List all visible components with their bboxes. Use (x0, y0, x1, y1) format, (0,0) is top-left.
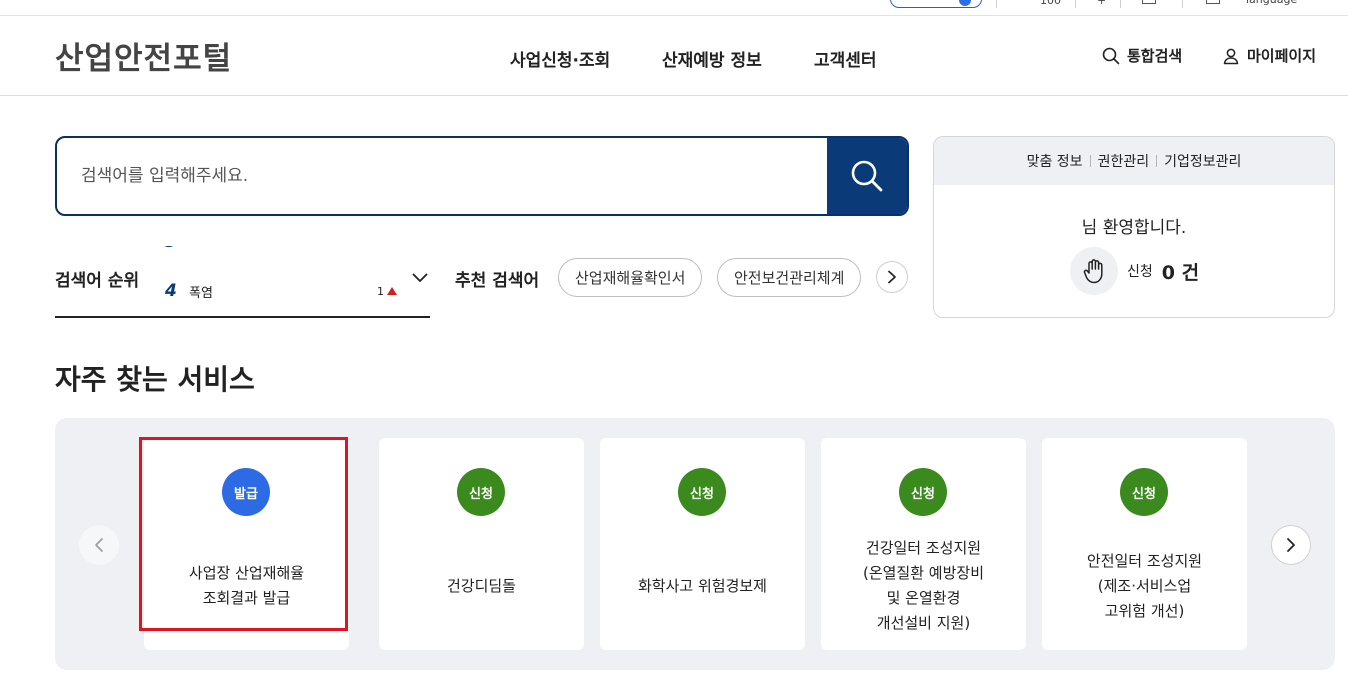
link-company-info[interactable]: 기업정보관리 (1164, 151, 1241, 171)
recommend-chip[interactable]: 안전보건관리체계 (717, 258, 862, 297)
ranking-item-partial[interactable]: 3 (165, 246, 397, 254)
user-panel: 맞춤 정보 권한관리 기업정보관리 님 환영합니다. 신청 0 건 (933, 136, 1335, 318)
service-badge: 신청 (678, 468, 726, 516)
nav-business-apply[interactable]: 사업신청·조회 (510, 46, 610, 71)
service-title: 화학사고 위험경보제 (638, 576, 767, 595)
user-panel-links: 맞춤 정보 권한관리 기업정보관리 (934, 137, 1334, 185)
service-title: 건강일터 조성지원 (온열질환 예방장비 및 온열환경 개선설비 지원) (862, 539, 985, 632)
rank-number: 3 (165, 246, 189, 252)
rank-number: 4 (165, 281, 177, 301)
font-minus-icon[interactable]: + (1097, 0, 1106, 7)
apply-label: 신청 (1127, 264, 1153, 280)
service-card-safe-workplace[interactable]: 신청 안전일터 조성지원 (제조·서비스업 고위험 개선) (1042, 438, 1247, 650)
service-card-chemical-alert[interactable]: 신청 화학사고 위험경보제 (600, 438, 805, 650)
service-badge: 신청 (899, 468, 947, 516)
apply-count: 0 건 (1161, 261, 1200, 284)
divider (996, 0, 997, 8)
service-card-health-stepping-stone[interactable]: 신청 건강디딤돌 (379, 438, 584, 650)
service-card-healthy-workplace[interactable]: 신청 건강일터 조성지원 (온열질환 예방장비 및 온열환경 개선설비 지원) (821, 438, 1026, 650)
chevron-left-icon (95, 538, 103, 552)
services-title: 자주 찾는 서비스 (55, 363, 255, 396)
search-input[interactable] (57, 138, 829, 214)
rank-change: 1 (377, 285, 397, 298)
hand-icon (1083, 259, 1103, 284)
ranking-item[interactable]: 4 폭염 1 (165, 279, 397, 302)
search-submit-button[interactable] (827, 138, 907, 214)
link-permission[interactable]: 권한관리 (1098, 151, 1150, 171)
nav-prevention-info[interactable]: 산재예방 정보 (662, 46, 762, 71)
ranking-expand-button[interactable] (412, 268, 428, 287)
utility-bar: 100 + language (0, 0, 1348, 16)
service-card-accident-rate[interactable]: 발급 사업장 산업재해율 조회결과 발급 (144, 438, 349, 650)
font-size-icon[interactable]: 100 (1040, 0, 1061, 7)
globe-icon[interactable] (1206, 0, 1220, 4)
apply-status[interactable]: 신청 0 건 (1070, 247, 1199, 295)
services-carousel: 발급 사업장 산업재해율 조회결과 발급 신청 건강디딤돌 신청 화학사고 위험… (55, 418, 1335, 670)
language-link[interactable]: language (1246, 0, 1297, 6)
recommend-next-button[interactable] (876, 261, 908, 293)
service-title: 사업장 산업재해율 조회결과 발급 (188, 564, 305, 607)
user-icon (1223, 48, 1239, 64)
service-badge: 신청 (1120, 468, 1168, 516)
ranking-label: 검색어 순위 (55, 271, 140, 291)
chevron-down-icon (412, 273, 428, 282)
chevron-right-icon (888, 270, 896, 284)
search-ranking: 검색어 순위 3 4 폭염 1 (55, 246, 430, 318)
hand-icon-circle (1070, 247, 1118, 295)
print-icon[interactable] (1142, 0, 1156, 4)
site-logo[interactable]: 산업안전포털 (55, 33, 232, 78)
divider (1089, 155, 1091, 167)
rank-change-value: 1 (377, 284, 384, 298)
nav-customer-center[interactable]: 고객센터 (814, 46, 877, 71)
divider (1156, 155, 1158, 167)
rank-word: 폭염 (189, 285, 213, 301)
service-badge: 발급 (222, 468, 270, 516)
ranking-rolling-list: 3 4 폭염 1 (165, 246, 397, 302)
site-header: 산업안전포털 사업신청·조회 산재예방 정보 고객센터 통합검색 마이페이지 (0, 16, 1348, 96)
mypage-label: 마이페이지 (1247, 47, 1317, 65)
mypage-button[interactable]: 마이페이지 (1222, 45, 1316, 66)
services-prev-button[interactable] (79, 525, 119, 565)
divider (1182, 0, 1183, 8)
search-icon (851, 160, 883, 192)
service-title: 안전일터 조성지원 (제조·서비스업 고위험 개선) (1086, 551, 1203, 620)
toggle-knob (959, 0, 971, 6)
link-custom-info[interactable]: 맞춤 정보 (1027, 151, 1083, 171)
service-title: 건강디딤돌 (446, 576, 516, 595)
recommend-chip[interactable]: 산업재해율확인서 (558, 258, 703, 297)
welcome-message: 님 환영합니다. (1081, 218, 1187, 238)
search-icon (1102, 47, 1120, 64)
rank-up-icon (387, 287, 397, 295)
divider (1075, 0, 1076, 8)
integrated-search-button[interactable]: 통합검색 (1102, 45, 1182, 66)
main-search-box (55, 136, 909, 216)
recommend-label: 추천 검색어 (455, 271, 540, 291)
divider (1120, 0, 1121, 8)
chevron-right-icon (1287, 538, 1295, 552)
integrated-search-label: 통합검색 (1127, 47, 1183, 65)
service-badge: 신청 (457, 468, 505, 516)
services-next-button[interactable] (1271, 525, 1311, 565)
high-contrast-toggle[interactable] (890, 0, 982, 8)
